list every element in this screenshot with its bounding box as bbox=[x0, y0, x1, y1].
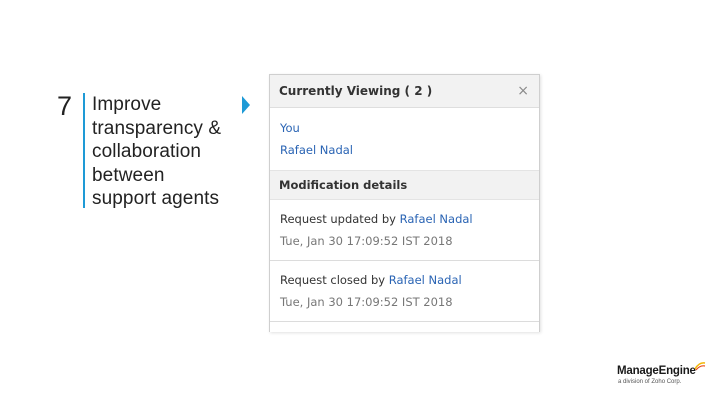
logo-swoosh-icon bbox=[694, 362, 706, 371]
history-action-line: Request updated by Rafael Nadal bbox=[280, 212, 529, 227]
panel-title: Currently Viewing ( 2 ) bbox=[279, 84, 433, 98]
history-item: Request closed by Rafael Nadal Tue, Jan … bbox=[270, 261, 539, 322]
modification-details-header: Modification details bbox=[270, 170, 539, 200]
history-user-link[interactable]: Rafael Nadal bbox=[400, 212, 473, 226]
history-action-text: Request updated by bbox=[280, 212, 396, 226]
accent-divider bbox=[83, 93, 85, 208]
history-action-line: Request closed by Rafael Nadal bbox=[280, 273, 529, 288]
history-item: Request updated by Rafael Nadal Tue, Jan… bbox=[270, 200, 539, 261]
slide-headline: Improve transparency & collaboration bet… bbox=[92, 94, 222, 209]
pointer-arrow-icon bbox=[242, 96, 250, 114]
currently-viewing-panel: Currently Viewing ( 2 ) × You Rafael Nad… bbox=[269, 74, 540, 332]
history-user-link[interactable]: Rafael Nadal bbox=[389, 273, 462, 287]
close-icon[interactable]: × bbox=[517, 84, 529, 98]
history-timestamp: Tue, Jan 30 17:09:52 IST 2018 bbox=[280, 234, 453, 248]
panel-header: Currently Viewing ( 2 ) × bbox=[270, 75, 539, 108]
brand-tagline: a division of Zoho Corp. bbox=[618, 379, 682, 385]
history-action-text: Request closed by bbox=[280, 273, 386, 287]
slide-number: 7 bbox=[57, 91, 73, 121]
viewer-list: You Rafael Nadal bbox=[270, 108, 539, 170]
manageengine-logo: ManageEngine a division of Zoho Corp. bbox=[617, 362, 707, 389]
viewer-link-you[interactable]: You bbox=[280, 117, 529, 139]
viewer-link-rafael-nadal[interactable]: Rafael Nadal bbox=[280, 139, 529, 161]
history-timestamp: Tue, Jan 30 17:09:52 IST 2018 bbox=[280, 295, 453, 309]
section-title: Modification details bbox=[279, 178, 408, 192]
